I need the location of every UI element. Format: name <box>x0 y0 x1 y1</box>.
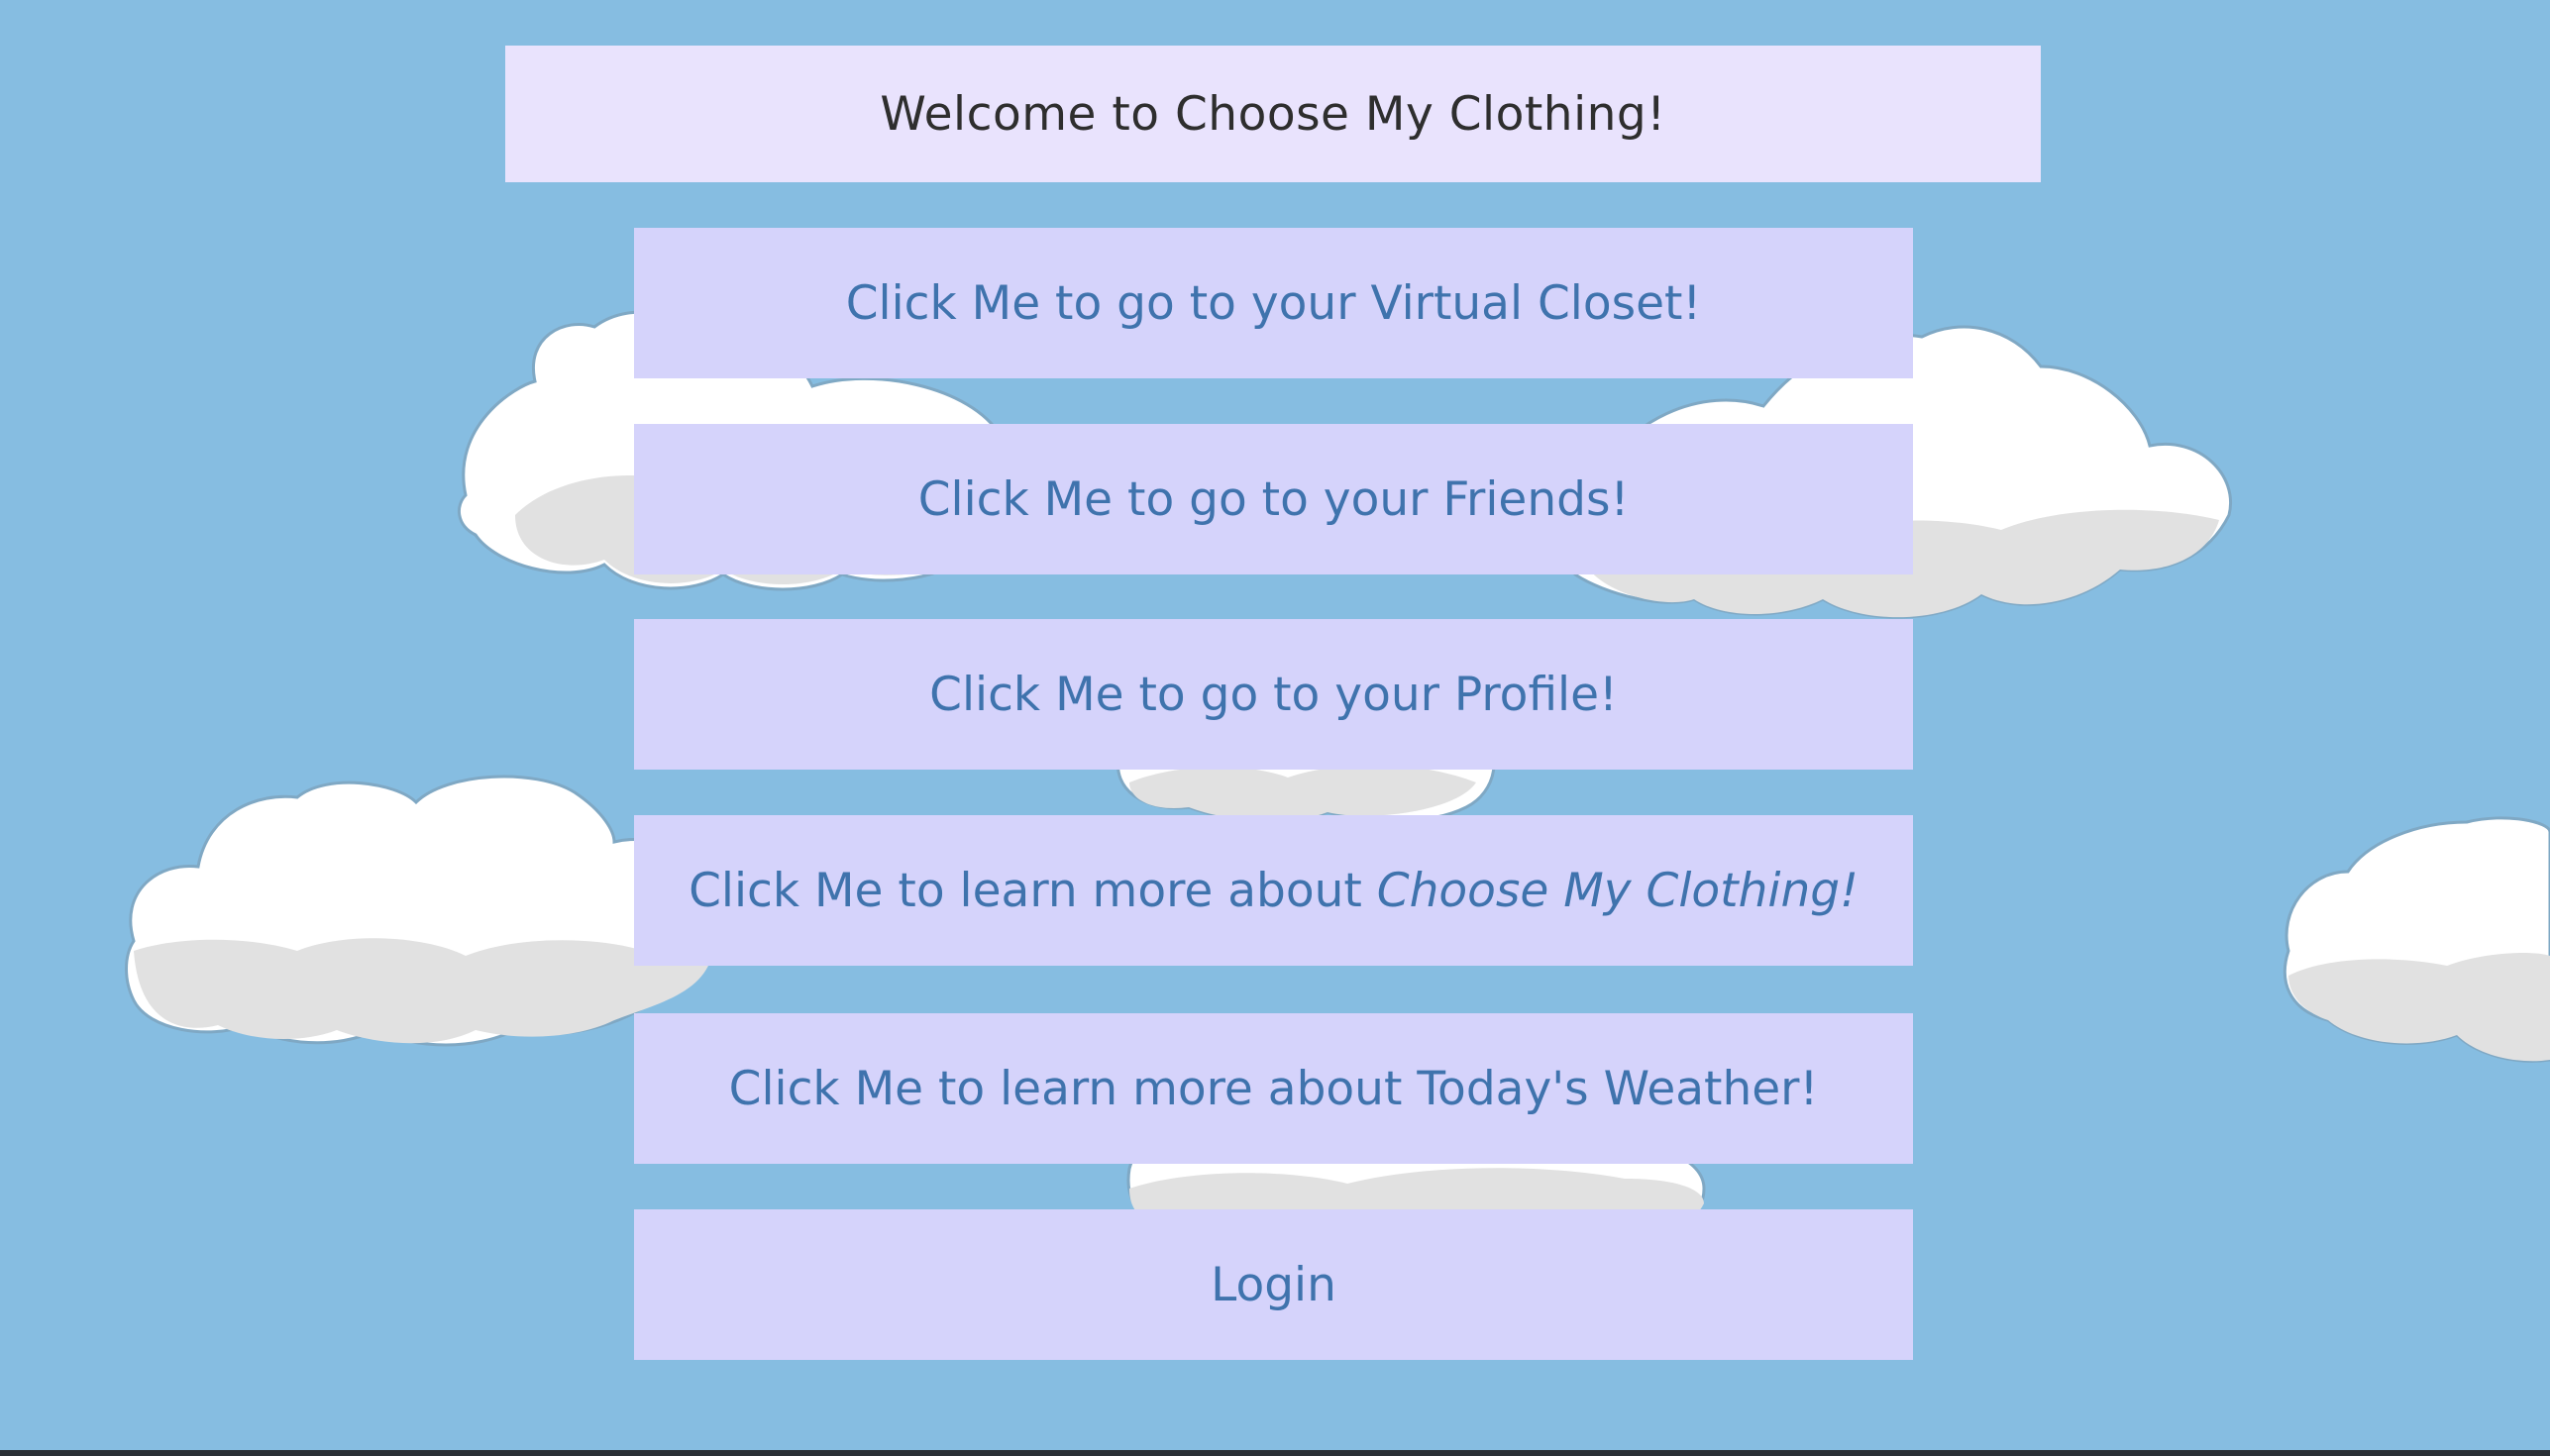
page-title: Welcome to Choose My Clothing! <box>880 86 1666 142</box>
about-button-brand: Choose My Clothing! <box>1376 863 1859 918</box>
login-button[interactable]: Login <box>634 1209 1913 1360</box>
bottom-edge <box>0 1450 2550 1456</box>
cloud <box>125 775 712 1047</box>
profile-button-label: Click Me to go to your Profile! <box>929 667 1618 722</box>
about-button-label: Click Me to learn more about Choose My C… <box>689 864 1859 918</box>
about-button[interactable]: Click Me to learn more about Choose My C… <box>634 815 1913 966</box>
cloud <box>2283 816 2550 1063</box>
virtual-closet-button-label: Click Me to go to your Virtual Closet! <box>845 275 1702 331</box>
login-button-label: Login <box>1211 1257 1336 1312</box>
profile-button[interactable]: Click Me to go to your Profile! <box>634 619 1913 770</box>
about-button-prefix: Click Me to learn more about <box>689 863 1377 918</box>
welcome-banner: Welcome to Choose My Clothing! <box>505 46 2041 182</box>
friends-button[interactable]: Click Me to go to your Friends! <box>634 424 1913 574</box>
virtual-closet-button[interactable]: Click Me to go to your Virtual Closet! <box>634 228 1913 378</box>
weather-button[interactable]: Click Me to learn more about Today's Wea… <box>634 1013 1913 1164</box>
weather-button-label: Click Me to learn more about Today's Wea… <box>728 1061 1819 1116</box>
friends-button-label: Click Me to go to your Friends! <box>917 471 1630 527</box>
